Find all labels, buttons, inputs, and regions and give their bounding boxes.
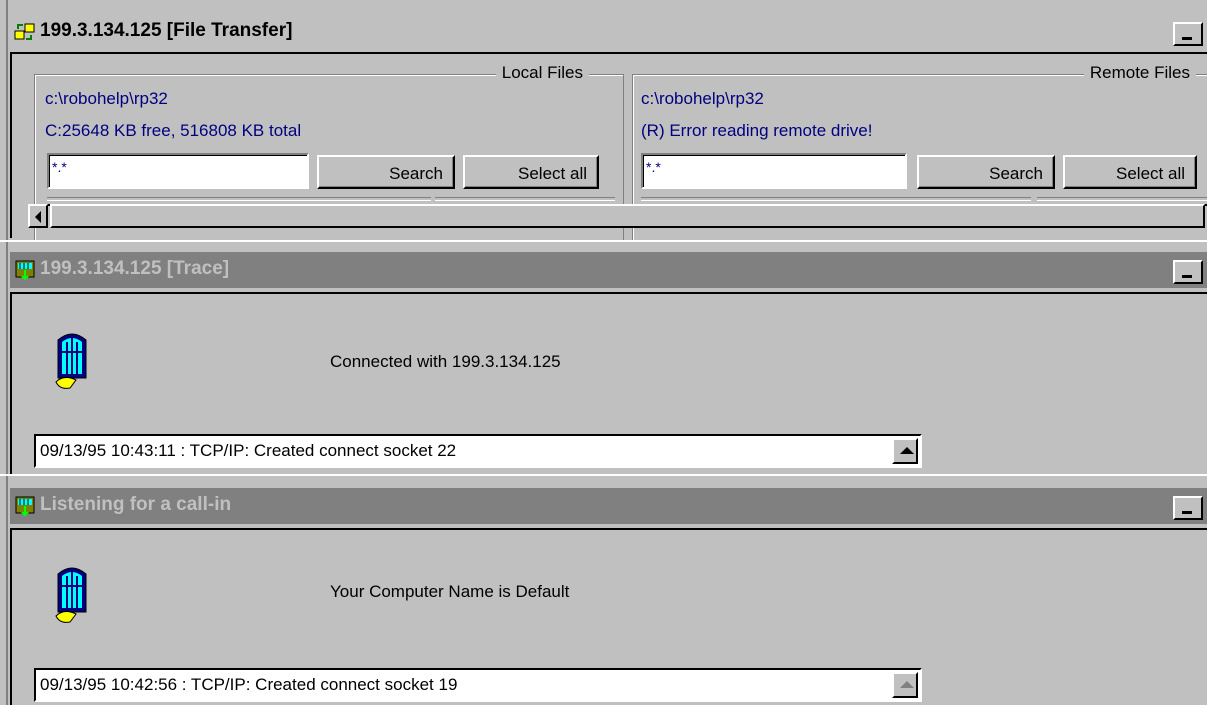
file-transfer-window: 199.3.134.125 [File Transfer] Local File…	[0, 0, 1207, 254]
local-drive-info: C:25648 KB free, 516808 KB total	[45, 121, 302, 140]
scroll-up-icon[interactable]	[892, 438, 918, 464]
local-select-all-button[interactable]: Select all	[463, 155, 599, 189]
window-title: 199.3.134.125 [Trace]	[40, 258, 230, 279]
remote-filter-input[interactable]: *.*	[641, 153, 907, 189]
horizontal-scrollbar[interactable]	[28, 204, 1207, 228]
remote-search-button[interactable]: Search	[917, 155, 1055, 189]
remote-search-label: Search	[989, 164, 1043, 183]
listen-body: Your Computer Name is Default 09/13/95 1…	[10, 528, 1207, 705]
window-title: Listening for a call-in	[40, 494, 232, 515]
remote-select-all-label: Select all	[1116, 164, 1185, 183]
local-filter-input[interactable]: *.*	[47, 153, 309, 189]
connection-status: Connected with 199.3.134.125	[330, 352, 561, 371]
minimize-button[interactable]	[1173, 496, 1203, 520]
window-title: 199.3.134.125 [File Transfer]	[40, 20, 293, 41]
trace-log-entry: 09/13/95 10:43:11 : TCP/IP: Created conn…	[40, 441, 457, 460]
listen-titlebar[interactable]: Listening for a call-in	[10, 488, 1207, 524]
local-search-button[interactable]: Search	[317, 155, 455, 189]
minimize-button[interactable]	[1173, 22, 1203, 46]
local-path: c:\robohelp\rp32	[45, 89, 168, 108]
scroll-left-icon[interactable]	[28, 204, 48, 228]
local-list-edge	[47, 197, 431, 201]
local-search-label: Search	[389, 164, 443, 183]
remote-drive-info: (R) Error reading remote drive!	[641, 121, 873, 140]
listen-log-entry: 09/13/95 10:42:56 : TCP/IP: Created conn…	[40, 675, 458, 694]
file-transfer-body: Local Files c:\robohelp\rp32 C:25648 KB …	[10, 52, 1207, 254]
listen-log-dropdown[interactable]: 09/13/95 10:42:56 : TCP/IP: Created conn…	[34, 668, 922, 702]
local-list-edge-2	[435, 197, 615, 201]
trace-body: Connected with 199.3.134.125 09/13/95 10…	[10, 292, 1207, 474]
scroll-up-icon[interactable]	[892, 672, 918, 698]
listen-window: Listening for a call-in Your Computer Na…	[0, 474, 1207, 705]
network-plug-icon	[15, 496, 35, 517]
local-select-all-label: Select all	[518, 164, 587, 183]
scroll-track[interactable]	[50, 204, 1205, 228]
phone-booth-icon	[55, 333, 87, 389]
phone-booth-icon	[55, 567, 87, 623]
network-plug-icon	[15, 260, 35, 281]
trace-window: 199.3.134.125 [Trace] Connected with 199…	[0, 240, 1207, 476]
file-transfer-icon	[14, 23, 35, 40]
remote-files-legend: Remote Files	[1083, 63, 1196, 83]
outer-edge	[0, 242, 8, 476]
computer-name-status: Your Computer Name is Default	[330, 582, 570, 601]
trace-log-dropdown[interactable]: 09/13/95 10:43:11 : TCP/IP: Created conn…	[34, 434, 922, 468]
file-transfer-titlebar[interactable]: 199.3.134.125 [File Transfer]	[10, 14, 1207, 50]
remote-select-all-button[interactable]: Select all	[1063, 155, 1197, 189]
local-files-legend: Local Files	[495, 63, 589, 83]
remote-list-edge	[641, 197, 1031, 201]
minimize-button[interactable]	[1173, 260, 1203, 284]
outer-edge	[0, 476, 8, 705]
remote-path: c:\robohelp\rp32	[641, 89, 764, 108]
remote-list-edge-2	[1037, 197, 1207, 201]
trace-titlebar[interactable]: 199.3.134.125 [Trace]	[10, 252, 1207, 288]
outer-edge	[0, 0, 8, 240]
